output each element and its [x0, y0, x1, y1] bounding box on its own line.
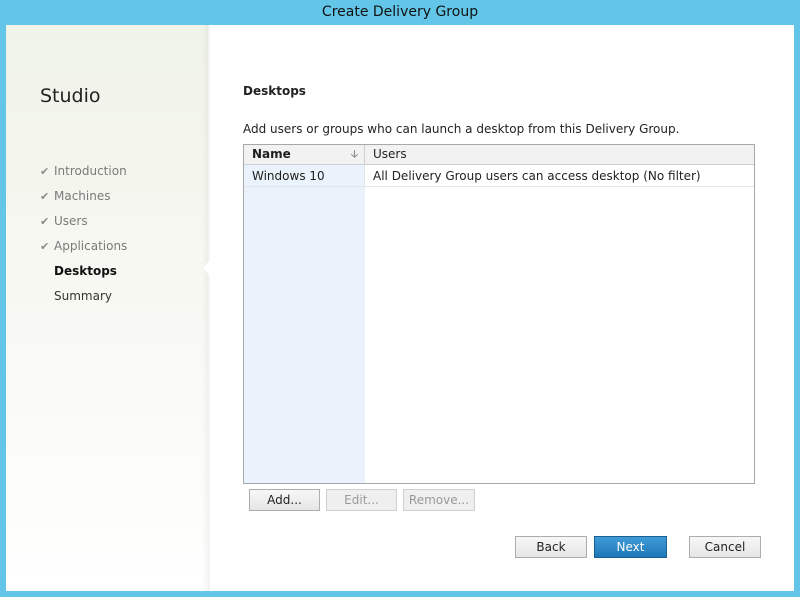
name-column-background [244, 165, 365, 483]
step-label: Machines [54, 189, 111, 203]
step-label: Users [54, 214, 88, 228]
checkmark-icon: ✔ [40, 215, 50, 228]
cell-users: All Delivery Group users can access desk… [365, 166, 754, 186]
step-label: Introduction [54, 164, 127, 178]
step-applications: ✔ Applications [40, 234, 127, 259]
studio-title: Studio [40, 85, 101, 107]
wizard-window: Studio ✔ Introduction ✔ Machines ✔ Users… [6, 25, 794, 591]
step-users: ✔ Users [40, 209, 127, 234]
add-button[interactable]: Add... [249, 489, 320, 511]
wizard-content: Desktops Add users or groups who can lau… [243, 25, 794, 591]
back-button[interactable]: Back [515, 536, 587, 558]
table-header: Name 🡣 Users [244, 145, 754, 165]
step-label: Desktops [54, 264, 117, 278]
table-row[interactable]: Windows 10 All Delivery Group users can … [244, 166, 754, 187]
edit-button[interactable]: Edit... [326, 489, 397, 511]
next-button[interactable]: Next [594, 536, 667, 558]
sort-down-arrow-icon: 🡣 [350, 149, 358, 160]
cell-name: Windows 10 [244, 166, 365, 186]
step-label: Applications [54, 239, 128, 253]
column-header-name[interactable]: Name 🡣 [244, 145, 365, 164]
sidebar-shadow [202, 25, 210, 591]
desktops-table: Name 🡣 Users Windows 10 All Delivery Gro… [243, 144, 755, 484]
step-machines: ✔ Machines [40, 184, 127, 209]
active-step-pointer [203, 260, 210, 276]
instruction-text: Add users or groups who can launch a des… [243, 122, 680, 136]
step-label: Summary [54, 289, 112, 303]
page-title: Desktops [243, 84, 306, 98]
checkmark-icon: ✔ [40, 165, 50, 178]
checkmark-icon: ✔ [40, 240, 50, 253]
column-header-users[interactable]: Users [365, 145, 754, 164]
wizard-sidebar: Studio ✔ Introduction ✔ Machines ✔ Users… [6, 25, 208, 591]
step-introduction: ✔ Introduction [40, 159, 127, 184]
step-summary: Summary [40, 284, 127, 309]
step-desktops: Desktops [40, 259, 127, 284]
wizard-steps: ✔ Introduction ✔ Machines ✔ Users ✔ Appl… [40, 159, 127, 309]
users-column-background [365, 165, 754, 483]
remove-button[interactable]: Remove... [403, 489, 475, 511]
window-titlebar: Create Delivery Group [0, 0, 800, 25]
cancel-button[interactable]: Cancel [689, 536, 761, 558]
checkmark-icon: ✔ [40, 190, 50, 203]
window-title: Create Delivery Group [321, 4, 479, 20]
